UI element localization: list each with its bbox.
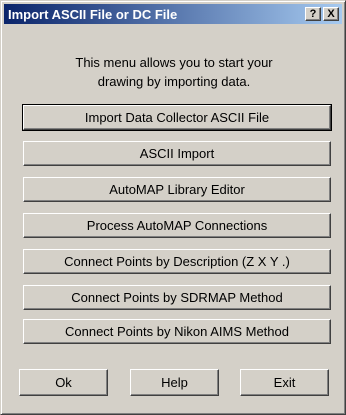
help-icon[interactable]: ? [305,7,321,21]
description-line-1: This menu allows you to start your [75,55,273,70]
process-automap-connections-button[interactable]: Process AutoMAP Connections [23,213,331,238]
close-icon[interactable]: X [323,7,339,21]
description-text: This menu allows you to start your drawi… [21,53,327,91]
automap-library-editor-button[interactable]: AutoMAP Library Editor [23,177,331,202]
connect-points-by-nikon-aims-button[interactable]: Connect Points by Nikon AIMS Method [23,319,331,344]
description-line-2: drawing by importing data. [97,74,251,89]
connect-points-by-sdrmap-button[interactable]: Connect Points by SDRMAP Method [23,285,331,310]
title-bar[interactable]: Import ASCII File or DC File ? X [4,4,342,24]
title-bar-controls: ? X [305,7,339,21]
ok-button[interactable]: Ok [19,369,108,396]
ascii-import-button[interactable]: ASCII Import [23,141,331,166]
import-data-collector-ascii-file-button[interactable]: Import Data Collector ASCII File [22,104,332,131]
help-button[interactable]: Help [130,369,219,396]
connect-points-by-description-button[interactable]: Connect Points by Description (Z X Y .) [23,249,331,274]
dialog-window: Import ASCII File or DC File ? X This me… [0,0,346,415]
window-title: Import ASCII File or DC File [8,6,178,22]
exit-button[interactable]: Exit [240,369,329,396]
